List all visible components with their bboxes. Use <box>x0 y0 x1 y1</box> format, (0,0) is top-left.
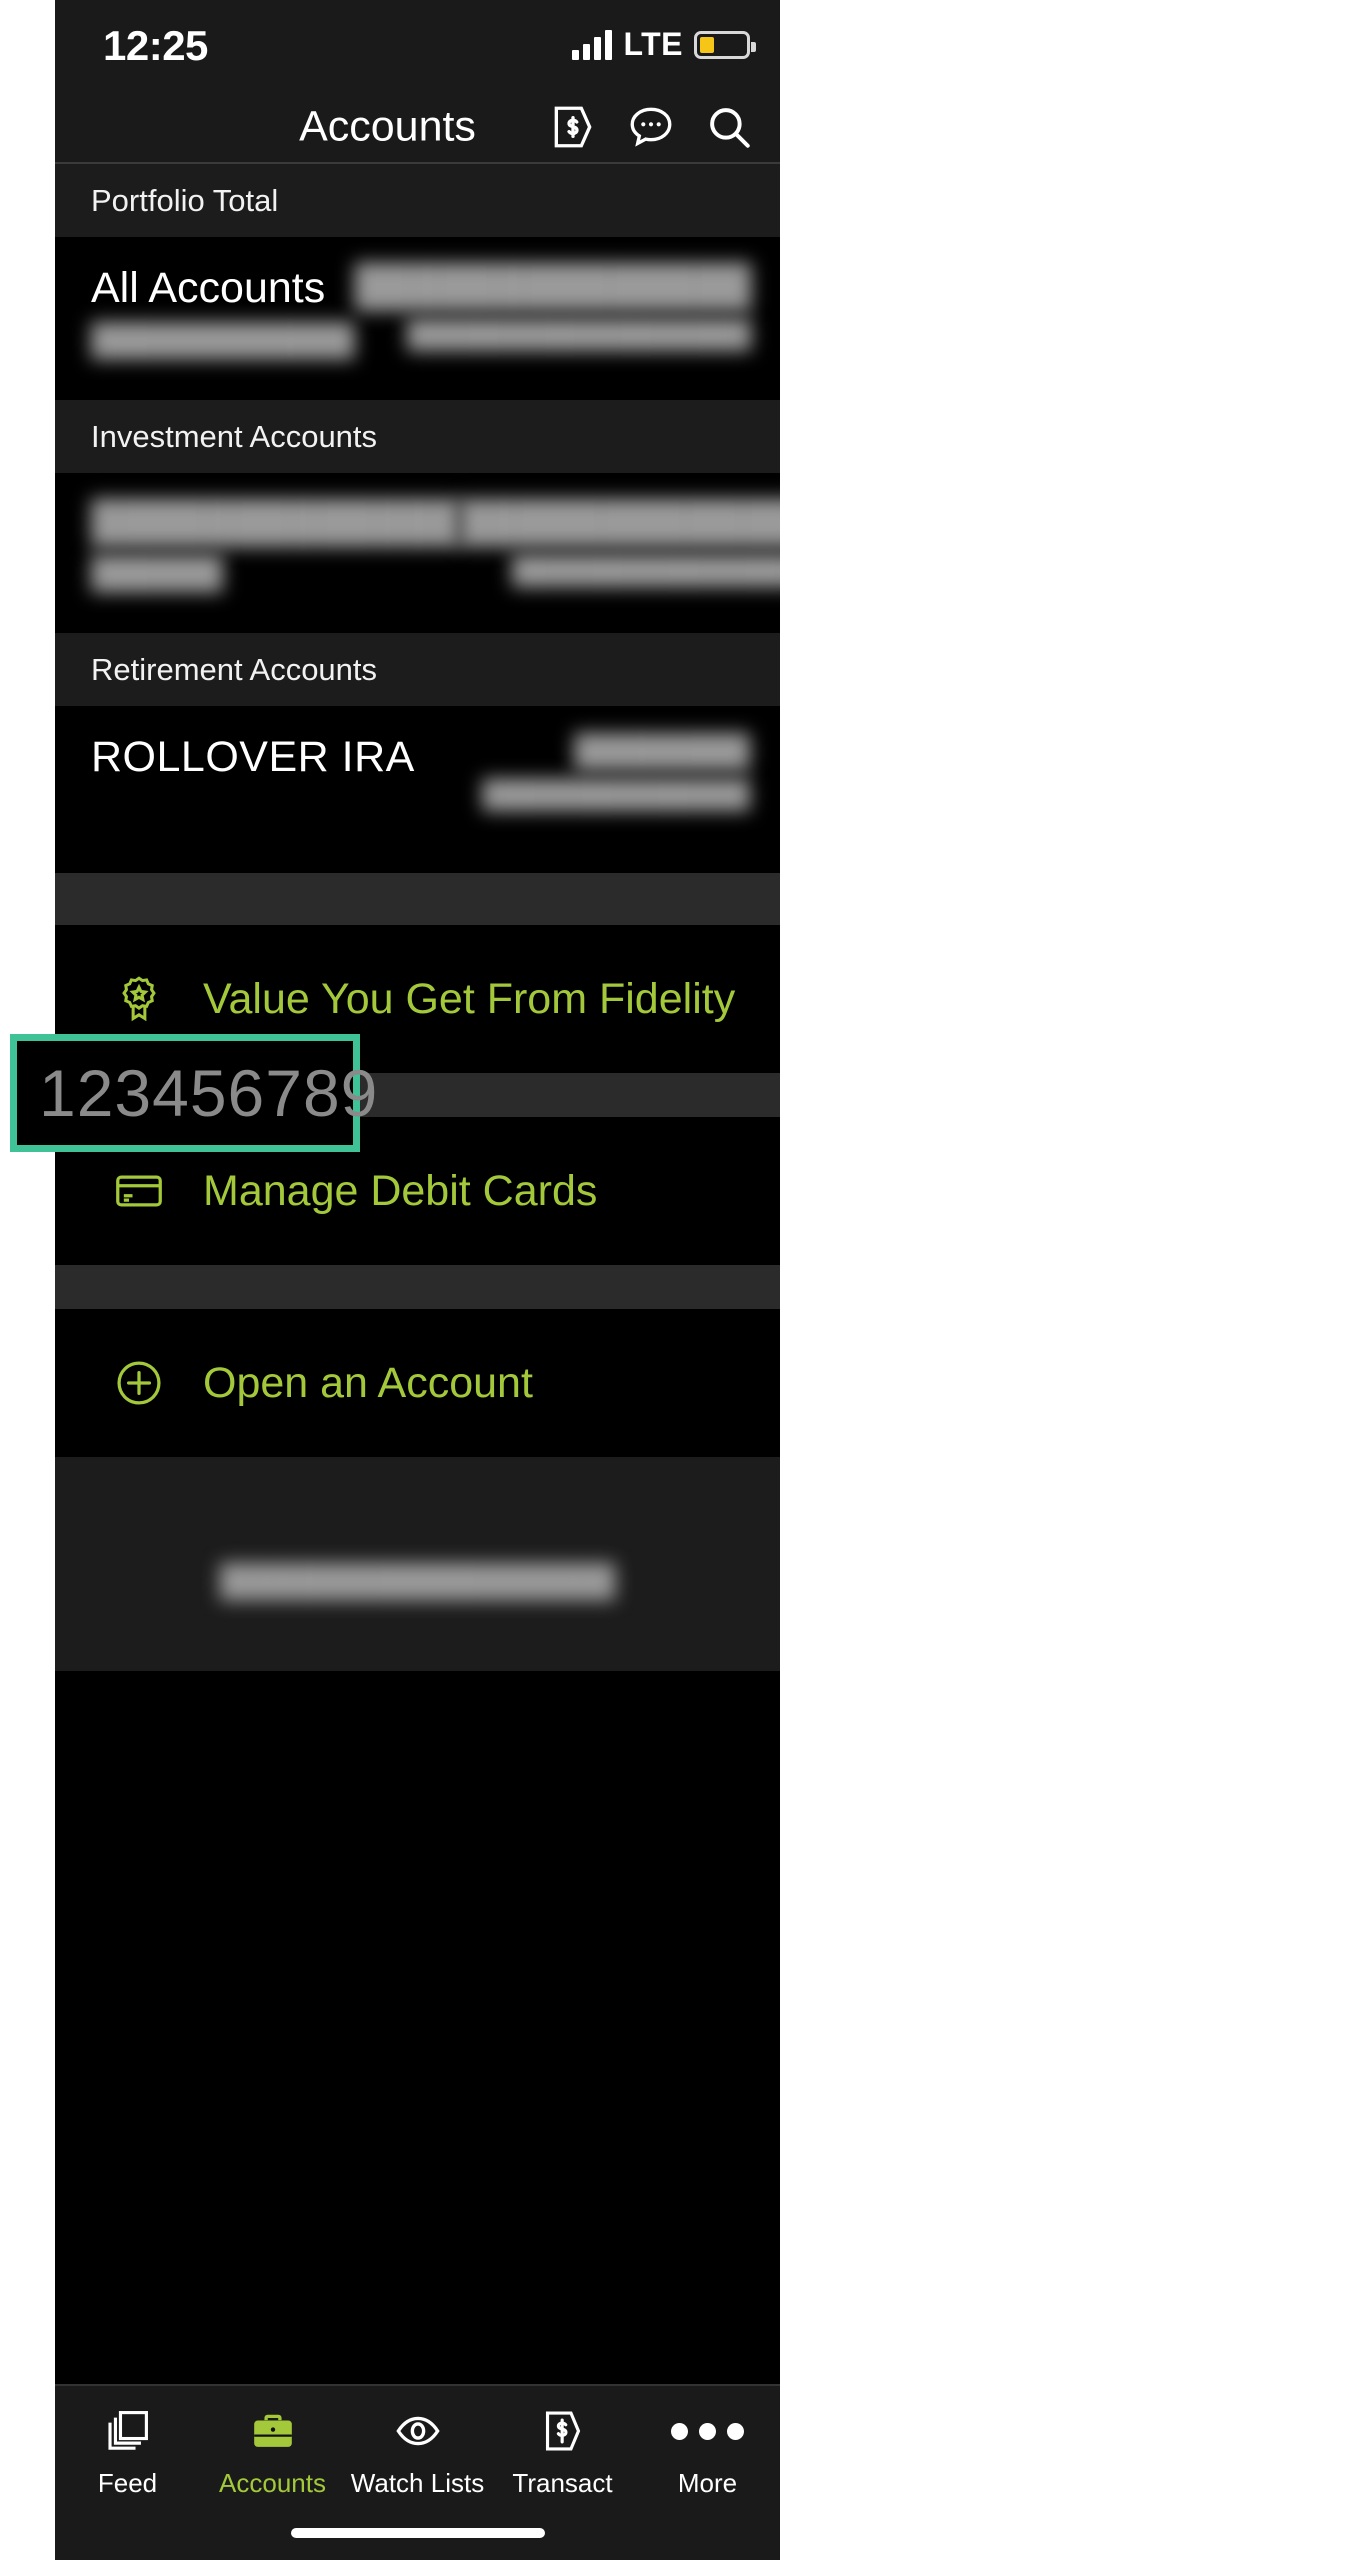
status-bar: 12:25 LTE <box>55 0 780 92</box>
phone-screen: 12:25 LTE Accounts Portfolio Total All A… <box>55 0 780 2560</box>
section-header-label: Retirement Accounts <box>91 651 378 687</box>
account-change-redacted: ██████████████ <box>482 779 750 810</box>
account-number-value: 123456789 <box>39 1056 379 1130</box>
status-bar-indicators: LTE <box>572 26 756 63</box>
tab-bar: Feed Accounts Watch Lists Transact More <box>55 2384 780 2560</box>
footer-area: ██████████████████ <box>55 1457 780 1672</box>
network-type-label: LTE <box>623 26 683 62</box>
section-header-label: Investment Accounts <box>91 418 378 454</box>
tab-more[interactable]: More <box>635 2408 780 2499</box>
tab-watch-lists[interactable]: Watch Lists <box>345 2408 490 2499</box>
account-subtitle-redacted: ████████████ <box>91 322 355 358</box>
plus-circle-icon <box>117 1361 161 1405</box>
menu-row-open-an-account[interactable]: Open an Account <box>55 1309 780 1458</box>
account-change-redacted: ██████████████████ <box>511 555 780 586</box>
ellipsis-icon <box>671 2408 744 2454</box>
tab-accounts[interactable]: Accounts <box>200 2408 345 2499</box>
account-row-all-accounts[interactable]: All Accounts ████████████ ██████████████… <box>55 238 780 401</box>
battery-icon <box>694 30 756 59</box>
section-header-retirement-accounts: Retirement Accounts <box>55 633 780 708</box>
stacked-cards-icon <box>107 2411 148 2450</box>
briefcase-icon <box>253 2414 292 2447</box>
account-change-redacted: ██████████████████ <box>406 319 752 349</box>
account-number-highlight-callout: 123456789 <box>10 1034 377 1152</box>
section-header-portfolio-total: Portfolio Total <box>55 164 780 238</box>
home-indicator <box>290 2528 545 2538</box>
section-header-investment-accounts: Investment Accounts <box>55 400 780 475</box>
nav-bar: Accounts <box>55 92 780 162</box>
account-row-rollover-ira[interactable]: ROLLOVER IRA ████████ ██████████████ <box>55 707 780 874</box>
account-subtitle-redacted: ██████ <box>91 555 223 591</box>
section-gap <box>55 1265 780 1310</box>
nav-bar-actions <box>548 102 754 152</box>
tab-feed[interactable]: Feed <box>55 2408 200 2499</box>
chat-bubble-icon[interactable] <box>626 102 676 152</box>
account-balance-redacted: ██████████████ <box>354 264 752 308</box>
screenshot-canvas: 12:25 LTE Accounts Portfolio Total All A… <box>0 0 1359 2560</box>
credit-card-icon <box>116 1175 162 1207</box>
account-name: ROLLOVER IRA <box>91 733 415 782</box>
footer-text-redacted: ██████████████████ <box>219 1563 616 1599</box>
dollar-tag-icon[interactable] <box>548 102 598 152</box>
tab-label: Accounts <box>219 2468 326 2498</box>
menu-row-label: Value You Get From Fidelity <box>203 974 736 1023</box>
tab-label: Transact <box>512 2468 613 2498</box>
section-gap <box>55 873 780 926</box>
tab-label: Watch Lists <box>350 2468 485 2498</box>
account-name-redacted: █████████████ <box>91 500 460 545</box>
account-row-investment[interactable]: █████████████ ██████ ███████████ ███ ████… <box>55 474 780 634</box>
search-icon[interactable] <box>704 102 754 152</box>
dollar-tag-icon <box>545 2411 580 2451</box>
tab-transact[interactable]: Transact <box>490 2408 635 2499</box>
signal-bars-icon <box>572 29 613 60</box>
menu-row-label: Manage Debit Cards <box>203 1166 598 1215</box>
status-bar-time: 12:25 <box>103 22 208 69</box>
account-name: All Accounts <box>91 264 326 312</box>
account-balance-redacted: ██████████████ <box>459 500 780 545</box>
award-ribbon-icon <box>122 976 156 1022</box>
account-balance-redacted: ████████ <box>574 733 750 769</box>
menu-row-label: Open an Account <box>203 1358 533 1407</box>
eye-icon <box>395 2416 440 2446</box>
section-header-label: Portfolio Total <box>91 182 279 218</box>
tab-label: Feed <box>97 2468 158 2498</box>
tab-label: More <box>677 2468 738 2498</box>
